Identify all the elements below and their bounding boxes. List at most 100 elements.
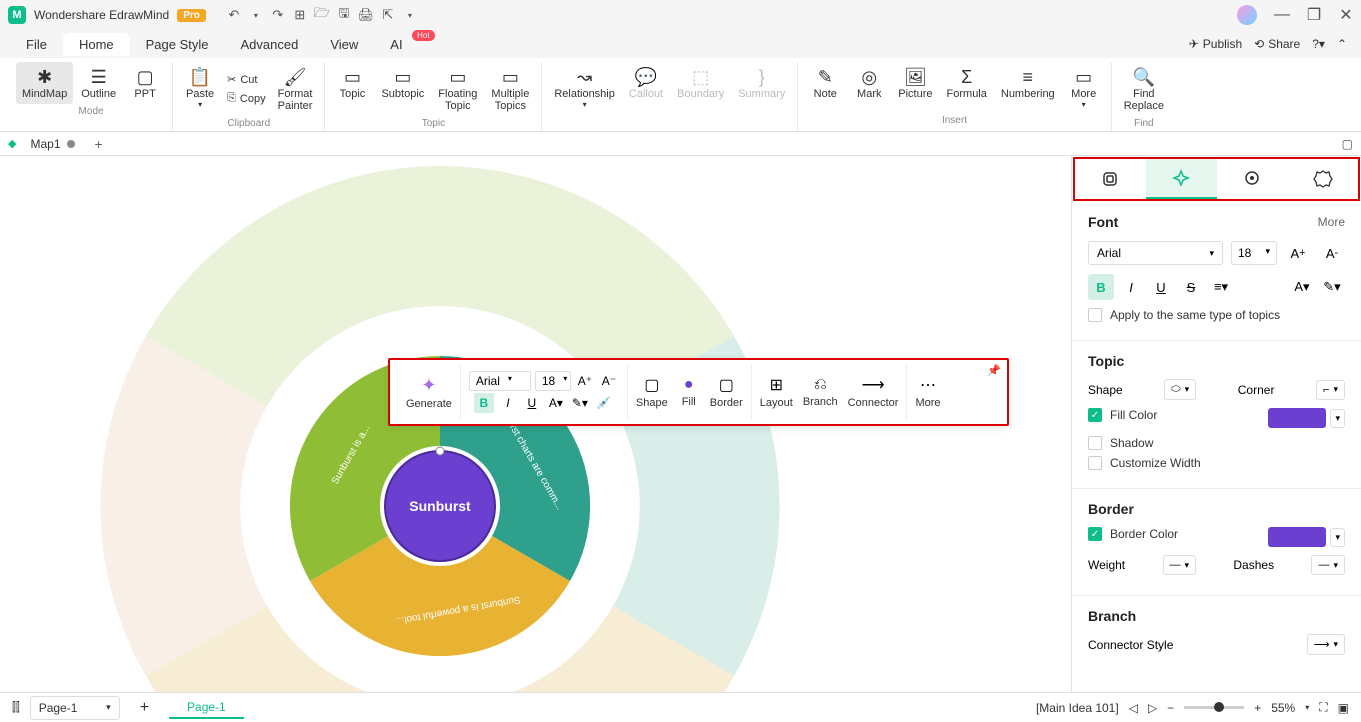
font-family-select[interactable]: Arial▾ [1088, 241, 1223, 265]
open-icon[interactable]: 🗁 [314, 7, 330, 23]
floating-topic-button[interactable]: ▭Floating Topic [432, 62, 483, 116]
undo-icon[interactable]: ↶ [226, 7, 242, 23]
connector-icon[interactable]: ⟶ [862, 375, 885, 395]
user-avatar[interactable] [1237, 5, 1257, 25]
underline-button[interactable]: U [1148, 274, 1174, 300]
add-page-button[interactable]: + [130, 699, 159, 717]
new-icon[interactable]: ⊞ [292, 7, 308, 23]
fullscreen-icon[interactable]: ▣ [1338, 701, 1349, 715]
undo-dropdown-icon[interactable]: ▾ [248, 7, 264, 23]
multiple-topics-button[interactable]: ▭Multiple Topics [485, 62, 535, 116]
sp-tab-mark[interactable] [1217, 159, 1288, 199]
dashes-picker[interactable]: —▾ [1311, 555, 1345, 575]
zoom-in-icon[interactable]: + [1254, 701, 1261, 715]
ft-italic[interactable]: I [498, 393, 518, 413]
ft-bold[interactable]: B [474, 393, 494, 413]
close-icon[interactable]: ✕ [1339, 8, 1353, 22]
ft-font-shrink[interactable]: A⁻ [599, 371, 619, 391]
align-button[interactable]: ≡▾ [1208, 274, 1234, 300]
nav-right-icon[interactable]: ▷ [1148, 701, 1157, 715]
apply-same-checkbox[interactable] [1088, 308, 1102, 322]
chevron-down-icon[interactable]: ▾ [1330, 409, 1345, 428]
menu-ai[interactable]: AIHot [374, 33, 418, 56]
italic-button[interactable]: I [1118, 274, 1144, 300]
zoom-thumb[interactable] [1214, 702, 1224, 712]
border-icon[interactable]: ▢ [719, 375, 734, 395]
doc-tab[interactable]: Map1 [22, 135, 82, 153]
connector-style-picker[interactable]: ⟶▾ [1307, 634, 1345, 655]
maximize-icon[interactable]: ❐ [1307, 8, 1321, 22]
relationship-dropdown-icon[interactable]: ▾ [583, 100, 587, 109]
callout-button[interactable]: 💬Callout [623, 62, 669, 113]
menu-page-style[interactable]: Page Style [130, 33, 225, 56]
nav-left-icon[interactable]: ◁ [1129, 701, 1138, 715]
publish-button[interactable]: ✈Publish [1189, 37, 1242, 51]
paste-dropdown-icon[interactable]: ▾ [198, 100, 202, 109]
qat-more-icon[interactable]: ▾ [402, 7, 418, 23]
collapse-ribbon-icon[interactable]: ⌃ [1337, 37, 1347, 51]
selection-handle[interactable] [436, 447, 444, 455]
zoom-out-icon[interactable]: − [1167, 701, 1174, 715]
pin-icon[interactable]: 📌 [987, 364, 1001, 377]
fill-icon[interactable]: ● [684, 376, 694, 394]
share-button[interactable]: ⟲Share [1254, 37, 1300, 51]
ft-highlight[interactable]: ✎▾ [570, 393, 590, 413]
picture-button[interactable]: 🖼Picture [892, 62, 938, 113]
fill-color-checkbox[interactable]: ✓ [1088, 408, 1102, 422]
ft-eyedropper[interactable]: 💉 [594, 393, 614, 413]
highlight-button[interactable]: ✎▾ [1319, 274, 1345, 300]
cut-button[interactable]: ✂Cut [223, 71, 270, 88]
find-replace-button[interactable]: 🔍Find Replace [1118, 62, 1170, 116]
print-icon[interactable]: 🖨 [358, 7, 374, 23]
mindmap-button[interactable]: ✱MindMap [16, 62, 73, 104]
minimize-icon[interactable]: — [1275, 8, 1289, 22]
panel-toggle-icon[interactable]: ▢ [1342, 137, 1353, 151]
shadow-checkbox[interactable] [1088, 436, 1102, 450]
font-shrink-button[interactable]: A- [1319, 240, 1345, 266]
menu-file[interactable]: File [10, 33, 63, 56]
format-painter-button[interactable]: 🖌Format Painter [272, 62, 319, 116]
chevron-down-icon[interactable]: ▾ [1330, 528, 1345, 547]
subtopic-button[interactable]: ▭Subtopic [375, 62, 430, 116]
zoom-value[interactable]: 55% [1271, 701, 1295, 715]
border-color-swatch[interactable] [1268, 527, 1326, 547]
outline-button[interactable]: ☰Outline [75, 62, 122, 104]
boundary-button[interactable]: ⬚Boundary [671, 62, 730, 113]
border-color-checkbox[interactable]: ✓ [1088, 527, 1102, 541]
more-dropdown-icon[interactable]: ▾ [1082, 100, 1086, 109]
topic-button[interactable]: ▭Topic [331, 62, 373, 116]
ft-size-select[interactable]: 18▾ [535, 371, 571, 391]
ft-font-color[interactable]: A▾ [546, 393, 566, 413]
formula-button[interactable]: ΣFormula [941, 62, 993, 113]
ppt-button[interactable]: ▢PPT [124, 62, 166, 104]
layout-icon[interactable]: ⊞ [770, 375, 783, 395]
numbering-button[interactable]: ≡Numbering [995, 62, 1061, 113]
font-size-select[interactable]: 18▾ [1231, 241, 1277, 265]
relationship-button[interactable]: ↝Relationship▾ [548, 62, 621, 113]
bold-button[interactable]: B [1088, 274, 1114, 300]
zoom-slider[interactable] [1184, 706, 1244, 709]
sp-tab-settings[interactable] [1287, 159, 1358, 199]
ft-font-grow[interactable]: A⁺ [575, 371, 595, 391]
custom-width-checkbox[interactable] [1088, 456, 1102, 470]
branch-icon[interactable]: ⎌ [814, 376, 827, 394]
summary-button[interactable]: }Summary [732, 62, 791, 113]
page-tab[interactable]: Page-1 [169, 697, 244, 719]
outline-view-icon[interactable]: ⫿⫿ [12, 700, 20, 715]
ft-more-icon[interactable]: ⋯ [920, 375, 936, 395]
add-tab-button[interactable]: + [89, 136, 109, 152]
save-icon[interactable]: 🖫 [336, 7, 352, 23]
ribbon-more-button[interactable]: ▭More▾ [1063, 62, 1105, 113]
shape-picker[interactable]: ⬭▾ [1164, 379, 1196, 400]
paste-button[interactable]: 📋Paste▾ [179, 62, 221, 116]
font-more-link[interactable]: More [1318, 215, 1345, 229]
fill-color-swatch[interactable] [1268, 408, 1326, 428]
font-color-button[interactable]: A▾ [1289, 274, 1315, 300]
weight-picker[interactable]: —▾ [1163, 555, 1197, 575]
menu-home[interactable]: Home [63, 33, 130, 56]
menu-advanced[interactable]: Advanced [225, 33, 315, 56]
strike-button[interactable]: S [1178, 274, 1204, 300]
corner-picker[interactable]: ⌐▾ [1316, 380, 1345, 400]
sp-tab-topic[interactable] [1075, 159, 1146, 199]
fit-view-icon[interactable]: ⛶ [1319, 700, 1327, 715]
